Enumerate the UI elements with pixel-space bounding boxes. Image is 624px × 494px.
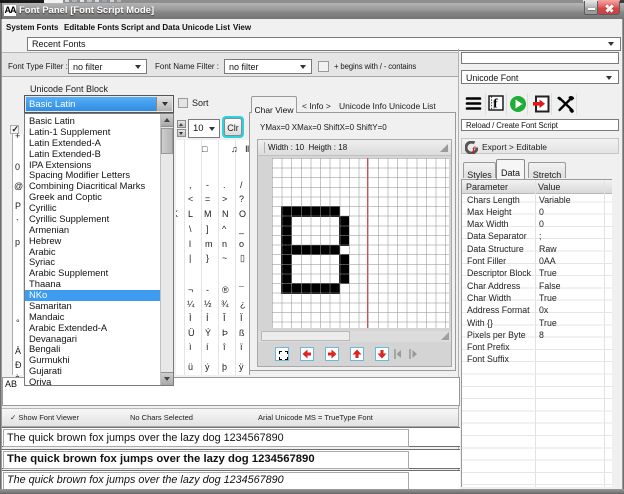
- svg-text:f: f: [493, 96, 498, 111]
